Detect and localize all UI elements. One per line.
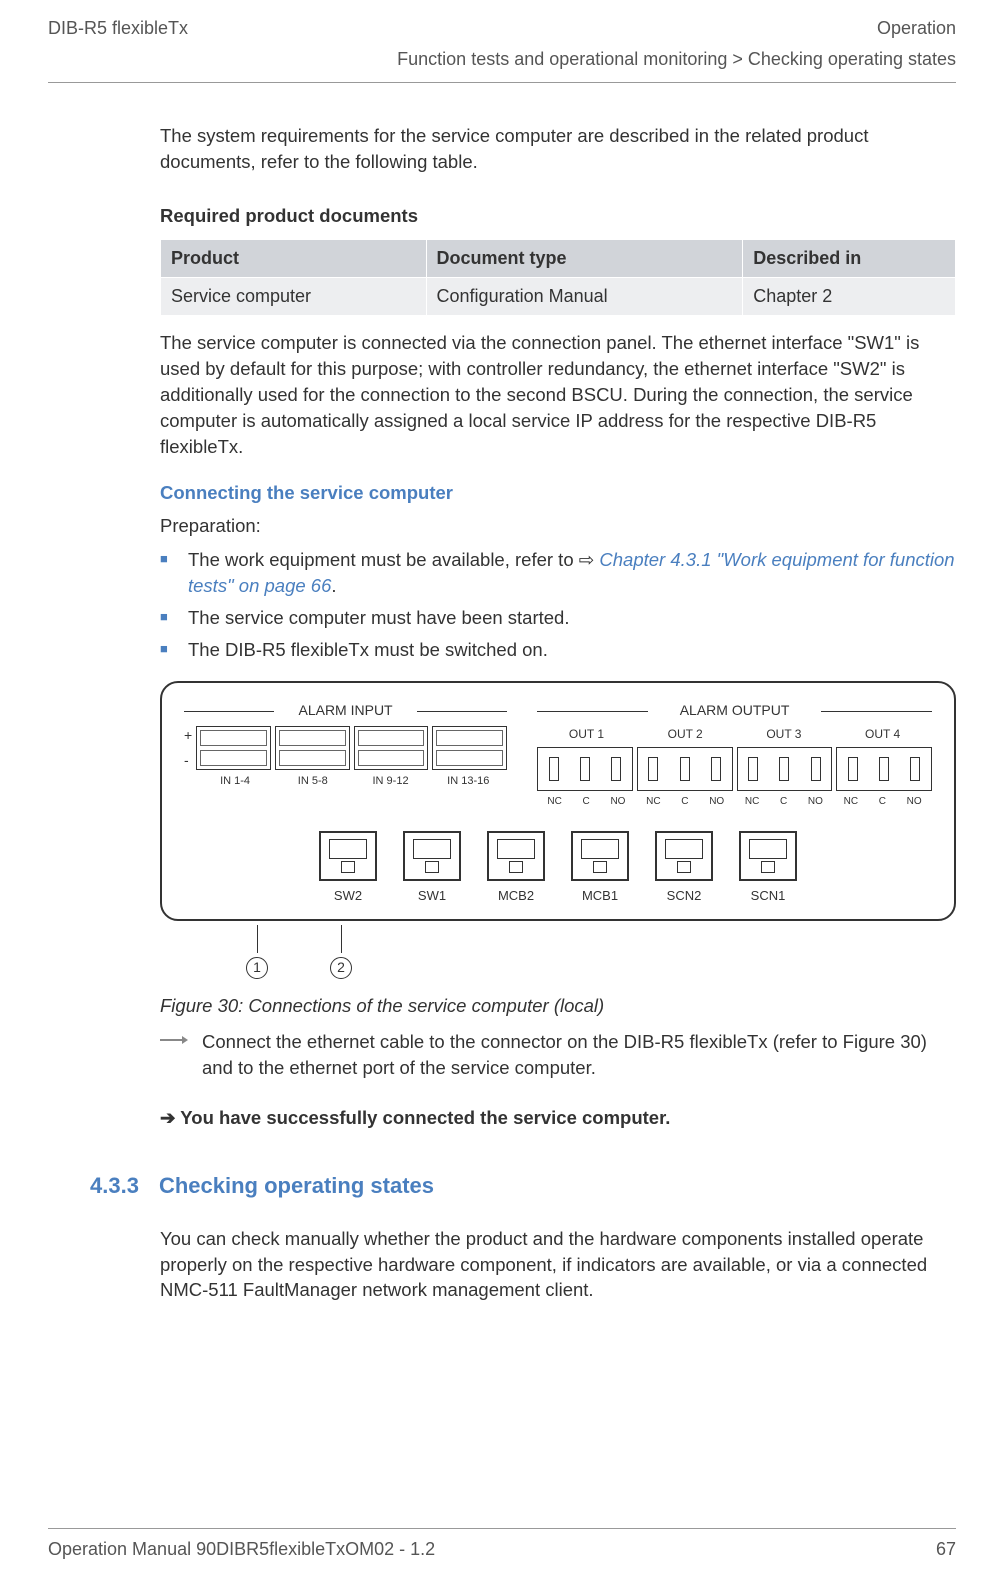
relay-block — [537, 747, 633, 791]
relay-label: NC — [547, 795, 561, 809]
terminal-block — [354, 726, 429, 770]
bullet-text-post: . — [331, 575, 336, 596]
section-title: Checking operating states — [159, 1171, 434, 1202]
port-label: MCB1 — [582, 888, 618, 903]
page-header: DIB-R5 flexibleTx Operation — [0, 0, 1004, 45]
figure-caption: Figure 30: Connections of the service co… — [160, 993, 956, 1019]
port-mcb2: MCB2 — [487, 831, 545, 905]
section-heading-433: 4.3.3 Checking operating states — [90, 1171, 956, 1202]
port-label: SCN2 — [667, 888, 702, 903]
port-scn2: SCN2 — [655, 831, 713, 905]
table-header: Described in — [743, 239, 956, 277]
plus-label: + — [184, 726, 192, 746]
reference-icon: ⇨ — [579, 549, 600, 570]
relay-label: NO — [709, 795, 724, 809]
relay-label: NC — [646, 795, 660, 809]
breadcrumb: Function tests and operational monitorin… — [0, 45, 1004, 82]
relay-label: C — [681, 795, 688, 809]
section-number: 4.3.3 — [90, 1171, 139, 1202]
instruction-step: Connect the ethernet cable to the connec… — [160, 1029, 956, 1081]
terminal-block — [432, 726, 507, 770]
port-sw1: SW1 — [403, 831, 461, 905]
relay-label: C — [780, 795, 787, 809]
header-right: Operation — [877, 18, 956, 39]
alarm-output-label: ALARM OUTPUT — [537, 701, 932, 721]
preparation-list: The work equipment must be available, re… — [160, 547, 956, 663]
table-cell: Configuration Manual — [426, 277, 743, 315]
connection-panel-diagram: ALARM INPUT + - IN 1- — [160, 681, 956, 922]
out-label: OUT 3 — [766, 726, 801, 743]
footer-left: Operation Manual 90DIBR5flexibleTxOM02 -… — [48, 1539, 435, 1560]
in-label: IN 9-12 — [352, 774, 430, 789]
in-label: IN 13-16 — [429, 774, 507, 789]
port-label: SCN1 — [751, 888, 786, 903]
port-sw2: SW2 — [319, 831, 377, 905]
connecting-heading: Connecting the service computer — [160, 480, 956, 506]
callout-1: 1 — [228, 925, 286, 979]
minus-label: - — [184, 751, 192, 771]
step-text: Connect the ethernet cable to the connec… — [202, 1029, 956, 1081]
table-cell: Chapter 2 — [743, 277, 956, 315]
relay-label: NO — [610, 795, 625, 809]
port-label: SW2 — [334, 888, 362, 903]
connection-paragraph: The service computer is connected via th… — [160, 330, 956, 459]
footer-page-number: 67 — [936, 1539, 956, 1560]
rj45-icon — [571, 831, 629, 881]
main-content: The system requirements for the service … — [0, 83, 1004, 1303]
bullet-text-pre: The work equipment must be available, re… — [188, 549, 579, 570]
rj45-icon — [319, 831, 377, 881]
relay-label: NC — [844, 795, 858, 809]
relay-label: NO — [907, 795, 922, 809]
section-433-paragraph: You can check manually whether the produ… — [160, 1226, 956, 1304]
intro-paragraph: The system requirements for the service … — [160, 123, 956, 175]
terminal-block — [275, 726, 350, 770]
table-row: Service computer Configuration Manual Ch… — [161, 277, 956, 315]
header-left: DIB-R5 flexibleTx — [48, 18, 188, 39]
relay-block — [637, 747, 733, 791]
list-item: The service computer must have been star… — [160, 605, 956, 631]
callout-number: 2 — [330, 957, 352, 979]
required-docs-title: Required product documents — [160, 203, 956, 229]
list-item: The DIB-R5 flexibleTx must be switched o… — [160, 637, 956, 663]
table-header: Document type — [426, 239, 743, 277]
port-mcb1: MCB1 — [571, 831, 629, 905]
terminal-block — [196, 726, 271, 770]
in-label: IN 5-8 — [274, 774, 352, 789]
rj45-icon — [403, 831, 461, 881]
relay-block — [836, 747, 932, 791]
result-text: ➔ You have successfully connected the se… — [160, 1105, 956, 1131]
in-label: IN 1-4 — [196, 774, 274, 789]
page-footer: Operation Manual 90DIBR5flexibleTxOM02 -… — [48, 1528, 956, 1560]
arrow-right-icon — [160, 1029, 188, 1081]
out-label: OUT 4 — [865, 726, 900, 743]
relay-label: C — [879, 795, 886, 809]
rj45-icon — [487, 831, 545, 881]
table-header: Product — [161, 239, 427, 277]
required-docs-table: Product Document type Described in Servi… — [160, 239, 956, 316]
relay-block — [737, 747, 833, 791]
port-scn1: SCN1 — [739, 831, 797, 905]
relay-label: NO — [808, 795, 823, 809]
list-item: The work equipment must be available, re… — [160, 547, 956, 599]
rj45-icon — [655, 831, 713, 881]
rj45-icon — [739, 831, 797, 881]
port-label: MCB2 — [498, 888, 534, 903]
callout-2: 2 — [312, 925, 370, 979]
out-label: OUT 1 — [569, 726, 604, 743]
out-label: OUT 2 — [668, 726, 703, 743]
alarm-input-label: ALARM INPUT — [184, 701, 507, 721]
table-cell: Service computer — [161, 277, 427, 315]
callout-number: 1 — [246, 957, 268, 979]
relay-label: NC — [745, 795, 759, 809]
relay-label: C — [583, 795, 590, 809]
port-label: SW1 — [418, 888, 446, 903]
preparation-label: Preparation: — [160, 513, 956, 539]
